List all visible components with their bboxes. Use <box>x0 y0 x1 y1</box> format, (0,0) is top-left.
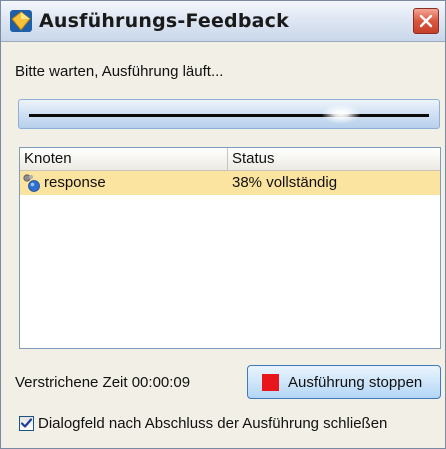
execution-feedback-dialog: Ausführungs-Feedback Bitte warten, Ausfü… <box>0 0 446 449</box>
status-cell: 38% vollständig <box>232 174 338 191</box>
app-diamond-icon <box>9 9 33 33</box>
close-icon <box>419 14 433 28</box>
stop-button-label: Ausführung stoppen <box>288 374 423 391</box>
progress-bar <box>18 99 440 129</box>
close-button[interactable] <box>413 8 439 34</box>
node-icon <box>22 173 42 193</box>
table-header: Knoten Status <box>20 148 440 171</box>
stop-execution-button[interactable]: Ausführung stoppen <box>247 365 441 399</box>
checkmark-icon <box>21 418 32 428</box>
title-bar[interactable]: Ausführungs-Feedback <box>1 1 445 42</box>
stop-icon <box>262 374 279 391</box>
elapsed-time-text: Verstrichene Zeit 00:00:09 <box>15 374 191 391</box>
progress-marker <box>321 104 361 124</box>
table-row[interactable]: response 38% vollständig <box>20 171 440 195</box>
window-title: Ausführungs-Feedback <box>39 10 289 32</box>
node-cell: response <box>20 171 228 195</box>
column-header-node[interactable]: Knoten <box>20 148 228 170</box>
close-after-completion-checkbox[interactable] <box>19 416 34 431</box>
close-after-completion-label: Dialogfeld nach Abschluss der Ausführung… <box>38 415 388 432</box>
node-name: response <box>44 174 106 191</box>
wait-status-text: Bitte warten, Ausführung läuft... <box>15 63 224 80</box>
node-status-table: Knoten Status response 38% vollständig <box>19 147 441 349</box>
column-header-status[interactable]: Status <box>228 148 440 170</box>
progress-track <box>29 114 429 117</box>
